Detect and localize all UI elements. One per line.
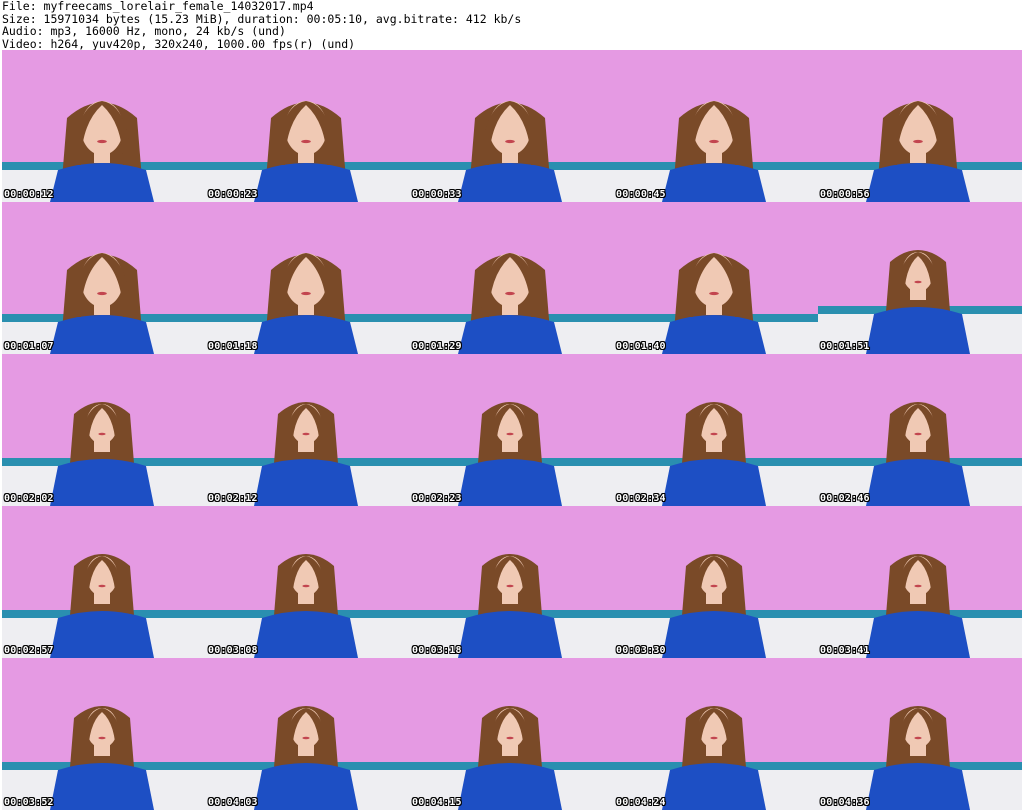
video-frame-image <box>410 354 614 506</box>
thumbnail-frame[interactable]: 00:03:30 <box>614 506 818 658</box>
thumbnail-timestamp: 00:02:23 <box>412 493 462 504</box>
video-frame-image <box>818 50 1022 202</box>
thumbnail-frame[interactable]: 00:04:24 <box>614 658 818 810</box>
thumbnail-timestamp: 00:03:30 <box>616 645 666 656</box>
file-info-header: File: myfreecams_lorelair_female_1403201… <box>2 0 1022 50</box>
thumbnail-frame[interactable]: 00:02:12 <box>206 354 410 506</box>
thumbnail-frame[interactable]: 00:01:40 <box>614 202 818 354</box>
audio-info-line: Audio: mp3, 16000 Hz, mono, 24 kb/s (und… <box>2 24 286 38</box>
thumbnail-frame[interactable]: 00:04:36 <box>818 658 1022 810</box>
thumbnail-frame[interactable]: 00:00:23 <box>206 50 410 202</box>
thumbnail-timestamp: 00:01:40 <box>616 341 666 352</box>
thumbnail-timestamp: 00:00:23 <box>208 189 258 200</box>
thumbnail-timestamp: 00:03:41 <box>820 645 870 656</box>
thumbnail-timestamp: 00:01:51 <box>820 341 870 352</box>
video-frame-image <box>614 506 818 658</box>
video-frame-image <box>2 658 206 810</box>
thumbnail-frame[interactable]: 00:04:15 <box>410 658 614 810</box>
thumbnail-timestamp: 00:00:45 <box>616 189 666 200</box>
thumbnail-frame[interactable]: 00:01:18 <box>206 202 410 354</box>
thumbnail-timestamp: 00:04:24 <box>616 797 666 808</box>
thumbnail-frame[interactable]: 00:02:57 <box>2 506 206 658</box>
video-frame-image <box>410 50 614 202</box>
thumbnail-timestamp: 00:02:02 <box>4 493 54 504</box>
video-info-line: Video: h264, yuv420p, 320x240, 1000.00 f… <box>2 36 356 51</box>
video-frame-image <box>410 658 614 810</box>
video-frame-image <box>206 202 410 354</box>
video-frame-image <box>614 202 818 354</box>
thumbnail-timestamp: 00:01:18 <box>208 341 258 352</box>
thumbnail-frame[interactable]: 00:03:08 <box>206 506 410 658</box>
thumbnail-timestamp: 00:04:03 <box>208 797 258 808</box>
thumbnail-frame[interactable]: 00:01:07 <box>2 202 206 354</box>
thumbnail-frame[interactable]: 00:00:45 <box>614 50 818 202</box>
thumbnail-frame[interactable]: 00:01:51 <box>818 202 1022 354</box>
thumbnail-timestamp: 00:00:12 <box>4 189 54 200</box>
video-frame-image <box>2 354 206 506</box>
thumbnail-frame[interactable]: 00:01:29 <box>410 202 614 354</box>
thumbnail-timestamp: 00:03:52 <box>4 797 54 808</box>
video-frame-image <box>614 354 818 506</box>
thumbnail-timestamp: 00:02:12 <box>208 493 258 504</box>
video-frame-image <box>410 202 614 354</box>
thumbnail-frame[interactable]: 00:03:18 <box>410 506 614 658</box>
video-frame-image <box>818 202 1022 354</box>
thumbnail-timestamp: 00:00:33 <box>412 189 462 200</box>
video-frame-image <box>818 354 1022 506</box>
video-frame-image <box>2 202 206 354</box>
thumbnail-timestamp: 00:03:18 <box>412 645 462 656</box>
thumbnail-frame[interactable]: 00:03:52 <box>2 658 206 810</box>
thumbnail-grid: 00:00:12 00:00:23 00:00:33 00:00:45 00:00:56… <box>2 50 1022 810</box>
thumbnail-frame[interactable]: 00:00:12 <box>2 50 206 202</box>
video-frame-image <box>614 50 818 202</box>
file-name-line: File: myfreecams_lorelair_female_1403201… <box>2 0 314 13</box>
thumbnail-timestamp: 00:04:15 <box>412 797 462 808</box>
thumbnail-frame[interactable]: 00:02:23 <box>410 354 614 506</box>
thumbnail-timestamp: 00:02:34 <box>616 493 666 504</box>
video-frame-image <box>206 354 410 506</box>
video-frame-image <box>206 50 410 202</box>
video-frame-image <box>410 506 614 658</box>
thumbnail-frame[interactable]: 00:04:03 <box>206 658 410 810</box>
video-frame-image <box>818 506 1022 658</box>
thumbnail-timestamp: 00:01:07 <box>4 341 54 352</box>
thumbnail-frame[interactable]: 00:02:34 <box>614 354 818 506</box>
video-frame-image <box>818 658 1022 810</box>
thumbnail-timestamp: 00:04:36 <box>820 797 870 808</box>
thumbnail-frame[interactable]: 00:03:41 <box>818 506 1022 658</box>
thumbnail-timestamp: 00:02:57 <box>4 645 54 656</box>
video-frame-image <box>2 506 206 658</box>
video-frame-image <box>206 658 410 810</box>
thumbnail-frame[interactable]: 00:00:33 <box>410 50 614 202</box>
thumbnail-frame[interactable]: 00:02:46 <box>818 354 1022 506</box>
thumbnail-timestamp: 00:03:08 <box>208 645 258 656</box>
thumbnail-timestamp: 00:00:56 <box>820 189 870 200</box>
thumbnail-frame[interactable]: 00:02:02 <box>2 354 206 506</box>
thumbnail-timestamp: 00:02:46 <box>820 493 870 504</box>
video-frame-image <box>614 658 818 810</box>
video-frame-image <box>2 50 206 202</box>
thumbnail-frame[interactable]: 00:00:56 <box>818 50 1022 202</box>
video-frame-image <box>206 506 410 658</box>
thumbnail-timestamp: 00:01:29 <box>412 341 462 352</box>
